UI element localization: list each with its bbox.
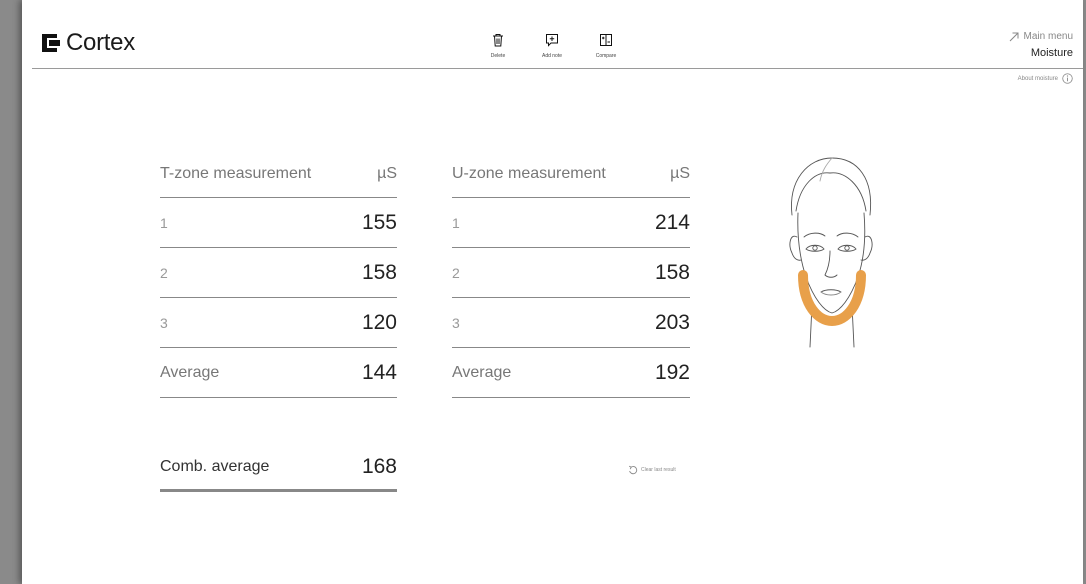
u-zone-unit: µS [670,164,690,182]
header-divider [32,68,1083,69]
row-label: 3 [452,314,460,331]
row-value: 203 [654,310,690,334]
main-menu-link[interactable]: Main menu [1009,31,1073,42]
row-label: 2 [160,264,168,281]
table-row: 2 158 [452,248,690,298]
delete-button[interactable]: Delete [475,33,521,59]
table-row: 2 158 [160,248,397,298]
trash-icon [493,34,503,47]
undo-icon [628,465,638,475]
row-label: 2 [452,264,460,281]
info-icon [1062,73,1073,84]
t-zone-unit: µS [377,164,397,182]
u-zone-highlight [798,270,866,327]
combined-average-value: 168 [361,454,397,478]
add-note-label: Add note [541,53,563,59]
table-row: 3 120 [160,298,397,348]
row-value: 155 [361,210,397,234]
average-value: 192 [654,360,690,384]
table-row: 1 155 [160,198,397,248]
t-zone-title: T-zone measurement [160,164,312,182]
u-zone-title: U-zone measurement [452,164,606,182]
add-note-button[interactable]: Add note [529,33,575,59]
combined-average-row: Comb. average 168 [160,444,397,492]
row-value: 158 [654,260,690,284]
clear-last-result-button[interactable]: Clear last result [628,465,676,475]
t-zone-table: T-zone measurement µS 1 155 2 158 3 120 … [160,150,397,398]
cortex-logo-icon [42,34,60,52]
about-label: About moisture [1017,75,1058,82]
app-name: Cortex [66,29,135,56]
compare-label: Compare [595,53,617,59]
delete-label: Delete [490,53,506,59]
compare-icon [600,34,612,46]
row-label: 1 [452,214,460,231]
row-label: 1 [160,214,168,231]
t-zone-average-row: Average 144 [160,348,397,398]
row-value: 214 [654,210,690,234]
row-value: 158 [361,260,397,284]
add-note-icon [546,34,558,47]
row-value: 120 [361,310,397,334]
face-illustration [789,157,873,348]
arrow-up-right-icon [1009,32,1019,41]
average-value: 144 [361,360,397,384]
main-menu-label: Main menu [1023,31,1073,42]
u-zone-table: U-zone measurement µS 1 214 2 158 3 203 … [452,150,690,398]
cortex-logo[interactable]: Cortex [40,29,135,57]
u-zone-average-row: Average 192 [452,348,690,398]
combined-average-label: Comb. average [160,457,270,475]
u-zone-header: U-zone measurement µS [452,150,690,198]
average-label: Average [452,363,512,381]
page-title: Moisture [1030,47,1073,59]
app-window: Cortex Delete Add note Compare Main menu… [22,0,1083,584]
t-zone-header: T-zone measurement µS [160,150,397,198]
about-moisture-link[interactable]: About moisture [1018,73,1073,84]
table-row: 3 203 [452,298,690,348]
row-label: 3 [160,314,168,331]
average-label: Average [160,363,220,381]
clear-last-result-label: Clear last result [641,467,676,473]
compare-button[interactable]: Compare [583,33,629,59]
table-row: 1 214 [452,198,690,248]
